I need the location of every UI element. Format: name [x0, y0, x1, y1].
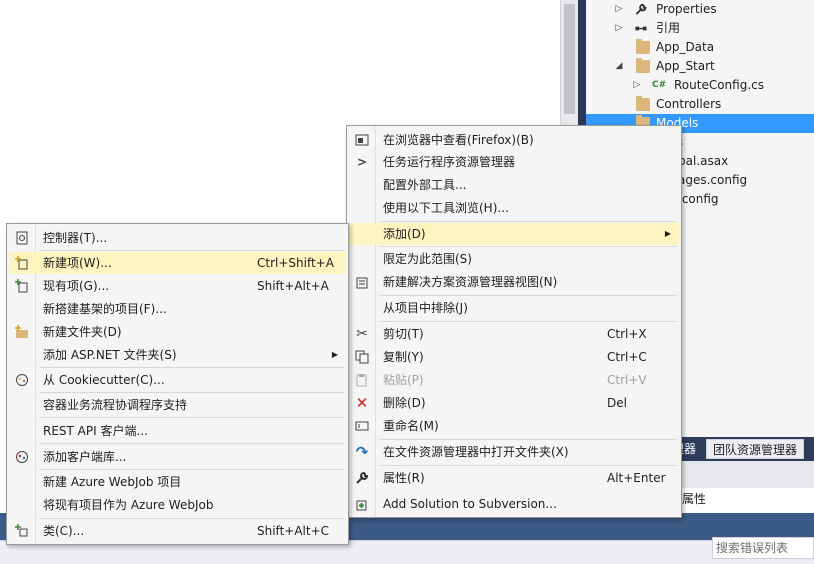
tree-item-controllers[interactable]: Controllers [586, 95, 814, 114]
menu-item-add-client-library[interactable]: 添加客户端库... [9, 446, 346, 468]
menu-separator [379, 439, 677, 440]
tree-item-properties[interactable]: ▷ Properties [586, 0, 814, 19]
tree-item-label: 引用 [656, 21, 681, 35]
menu-separator [379, 295, 677, 296]
refresh-arrow-icon: ↷ [355, 443, 369, 461]
menu-separator [39, 367, 344, 368]
chevron-right-icon: > [356, 155, 368, 169]
expand-arrow-icon[interactable]: ▷ [632, 76, 642, 95]
expand-arrow-icon[interactable]: ▷ [614, 19, 624, 38]
rename-icon [354, 418, 370, 434]
menu-item-class[interactable]: 类(C)... Shift+Alt+C [9, 520, 346, 542]
context-menu: 在浏览器中查看(Firefox)(B) > 任务运行程序资源管理器 配置外部工具… [346, 125, 682, 518]
menu-item-new-folder[interactable]: 新建文件夹(D) [9, 321, 346, 343]
tree-item-references[interactable]: ▷ 引用 [586, 19, 814, 38]
submenu-arrow-icon: ▶ [331, 350, 338, 359]
tree-item-label: App_Start [656, 59, 715, 73]
tree-item-routeconfig[interactable]: ▷ C# RouteConfig.cs [586, 76, 814, 95]
menu-item-existing-item[interactable]: 现有项(G)... Shift+Alt+A [9, 275, 346, 297]
collapse-arrow-icon[interactable]: ◢ [614, 57, 624, 76]
menu-item-add[interactable]: 添加(D) ▶ [349, 223, 679, 245]
menu-item-copy[interactable]: 复制(Y) Ctrl+C [349, 346, 679, 368]
menu-item-from-cookiecutter[interactable]: 从 Cookiecutter(C)... [9, 369, 346, 391]
paste-icon [354, 372, 370, 388]
menu-separator [379, 221, 677, 222]
menu-separator [39, 392, 344, 393]
menu-item-configure-external-tools[interactable]: 配置外部工具... [349, 174, 679, 196]
menu-item-cut[interactable]: ✂ 剪切(T) Ctrl+X [349, 323, 679, 345]
menu-item-rename[interactable]: 重命名(M) [349, 415, 679, 437]
new-item-icon [14, 255, 30, 271]
expand-arrow-icon[interactable]: ▷ [614, 0, 624, 19]
controller-icon [14, 230, 30, 246]
menu-item-new-scaffolded-item[interactable]: 新搭建基架的项目(F)... [9, 298, 346, 320]
error-list-search-input[interactable]: 搜索错误列表 [712, 537, 814, 559]
tree-item-label: Properties [656, 2, 717, 16]
client-library-icon [14, 449, 30, 465]
menu-item-existing-as-azure-webjob[interactable]: 将现有项目作为 Azure WebJob [9, 494, 346, 516]
menu-item-paste[interactable]: 粘贴(P) Ctrl+V [349, 369, 679, 391]
tree-item-app-start[interactable]: ◢ App_Start [586, 57, 814, 76]
csharp-file-icon: C# [652, 80, 667, 90]
browser-view-icon [354, 132, 370, 148]
wrench-icon [635, 3, 647, 15]
tree-item-label: ages.config [678, 173, 748, 187]
menu-item-add-to-subversion[interactable]: Add Solution to Subversion... [349, 493, 679, 515]
delete-x-icon: ✕ [355, 394, 369, 412]
menu-separator [39, 443, 344, 444]
menu-separator [379, 321, 677, 322]
class-icon [14, 523, 30, 539]
tree-item-label: App_Data [656, 40, 715, 54]
menu-separator [379, 465, 677, 466]
submenu-arrow-icon: ▶ [664, 229, 671, 238]
copy-icon [354, 349, 370, 365]
menu-item-new-item[interactable]: 新建项(W)... Ctrl+Shift+A [9, 252, 346, 274]
menu-item-container-orchestrator[interactable]: 容器业务流程协调程序支持 [9, 394, 346, 416]
scissors-icon: ✂ [356, 326, 368, 342]
menu-item-new-azure-webjob[interactable]: 新建 Azure WebJob 项目 [9, 471, 346, 493]
menu-item-browse-with[interactable]: 使用以下工具浏览(H)... [349, 197, 679, 219]
cookiecutter-icon [14, 372, 30, 388]
tree-item-label: bal.asax [678, 154, 729, 168]
menu-item-controller[interactable]: 控制器(T)... [9, 227, 346, 249]
menu-item-delete[interactable]: ✕ 删除(D) Del [349, 392, 679, 414]
menu-separator [39, 518, 344, 519]
scrollbar-thumb[interactable] [564, 4, 575, 114]
tree-item-label: RouteConfig.cs [674, 78, 764, 92]
new-folder-icon [14, 324, 30, 340]
menu-separator [379, 246, 677, 247]
wrench-icon [354, 470, 370, 486]
add-submenu: 控制器(T)... 新建项(W)... Ctrl+Shift+A 现有项(G).… [6, 223, 349, 545]
menu-item-new-explorer-view[interactable]: 新建解决方案资源管理器视图(N) [349, 271, 679, 293]
subversion-add-icon [354, 496, 370, 512]
tree-item-label: .config [678, 192, 719, 206]
menu-item-rest-api-client[interactable]: REST API 客户端... [9, 420, 346, 442]
folder-icon [636, 39, 650, 54]
menu-separator [39, 250, 344, 251]
menu-separator [39, 469, 344, 470]
menu-item-scope-to-this[interactable]: 限定为此范围(S) [349, 248, 679, 270]
menu-item-view-in-browser[interactable]: 在浏览器中查看(Firefox)(B) [349, 129, 679, 151]
folder-icon [636, 96, 650, 111]
menu-item-task-runner[interactable]: > 任务运行程序资源管理器 [349, 151, 679, 173]
tree-item-app-data[interactable]: App_Data [586, 38, 814, 57]
menu-separator [39, 417, 344, 418]
menu-item-exclude-from-project[interactable]: 从项目中排除(J) [349, 297, 679, 319]
menu-item-properties[interactable]: 属性(R) Alt+Enter [349, 467, 679, 489]
tab-team-explorer[interactable]: 团队资源管理器 [706, 439, 805, 459]
existing-item-icon [14, 278, 30, 294]
menu-item-open-in-file-explorer[interactable]: ↷ 在文件资源管理器中打开文件夹(X) [349, 441, 679, 463]
folder-open-icon [636, 58, 650, 73]
new-view-icon [354, 274, 370, 290]
menu-item-add-aspnet-folder[interactable]: 添加 ASP.NET 文件夹(S) ▶ [9, 344, 346, 366]
references-icon [635, 26, 647, 31]
tree-item-label: Controllers [656, 97, 722, 111]
